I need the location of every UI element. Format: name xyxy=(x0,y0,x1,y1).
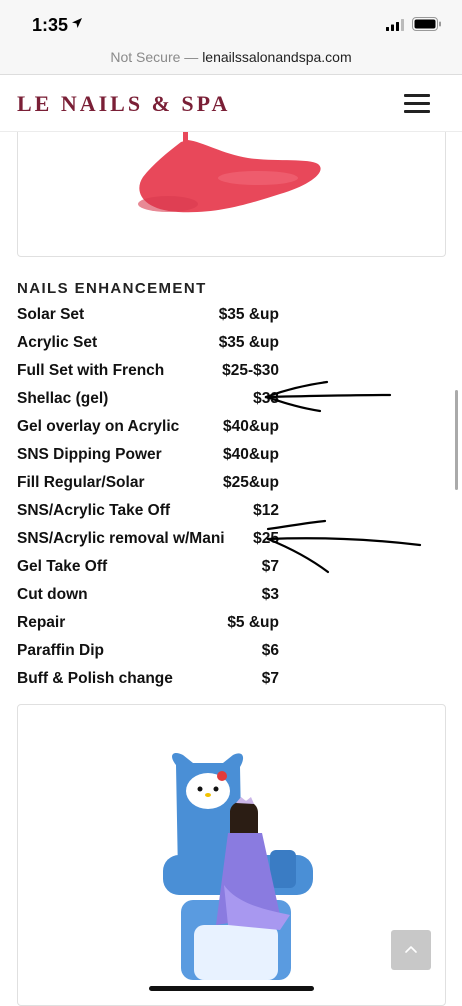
service-price: $6 xyxy=(261,642,279,659)
service-price: $25-$30 xyxy=(222,362,279,379)
service-price: $7 xyxy=(261,558,279,575)
back-to-top-button[interactable] xyxy=(391,930,431,970)
battery-icon xyxy=(412,17,441,31)
status-time: 1:35 xyxy=(32,15,69,35)
hand-drawn-arrow xyxy=(266,519,422,574)
price-row: Cut down $3 xyxy=(17,582,279,610)
price-list: Solar Set $35 &up Acrylic Set $35 &up Full… xyxy=(17,302,279,694)
service-price: $12 xyxy=(253,502,279,519)
section-title: NAILS ENHANCEMENT xyxy=(17,280,207,297)
service-price: $25 xyxy=(253,530,279,547)
service-name: SNS/Acrylic removal w/Mani xyxy=(17,530,225,547)
nail-polish-spill-image xyxy=(138,132,321,213)
price-row: Acrylic Set $35 &up xyxy=(17,330,279,358)
service-price: $25&up xyxy=(223,474,279,491)
service-price: $40&up xyxy=(223,418,279,435)
service-name: Full Set with French xyxy=(17,362,165,379)
service-price: $35 &up xyxy=(218,334,279,351)
location-arrow-icon xyxy=(72,18,82,28)
price-row: Fill Regular/Solar $25&up xyxy=(17,470,279,498)
service-name: Shellac (gel) xyxy=(17,390,109,407)
home-indicator xyxy=(149,986,314,991)
service-name: Fill Regular/Solar xyxy=(17,474,145,491)
service-name: SNS/Acrylic Take Off xyxy=(17,502,171,519)
price-row: Buff & Polish change $7 xyxy=(17,666,279,694)
kids-pedicure-chair-image xyxy=(163,753,313,980)
service-name: Gel overlay on Acrylic xyxy=(17,418,180,435)
browser-url-bar[interactable]: Not Secure — lenailssalonandspa.com xyxy=(0,46,462,75)
site-header: LE NAILS & SPA xyxy=(0,75,462,132)
service-name: Paraffin Dip xyxy=(17,642,104,659)
price-row: Solar Set $35 &up xyxy=(17,302,279,330)
price-row: Gel Take Off $7 xyxy=(17,554,279,582)
service-name: Acrylic Set xyxy=(17,334,98,351)
service-price: $33 xyxy=(253,390,279,407)
service-name: SNS Dipping Power xyxy=(17,446,162,463)
service-name: Gel Take Off xyxy=(17,558,108,575)
service-price: $5 &up xyxy=(227,614,279,631)
price-row: SNS/Acrylic Take Off $12 xyxy=(17,498,279,526)
cellular-signal-icon xyxy=(386,19,404,31)
status-bar: 1:35 xyxy=(0,0,462,46)
service-price: $35 &up xyxy=(218,306,279,323)
price-row: Paraffin Dip $6 xyxy=(17,638,279,666)
service-price: $3 xyxy=(261,586,279,603)
chevron-up-icon xyxy=(405,946,417,953)
kids-chair-image-card xyxy=(17,704,446,1006)
price-row: Repair $5 &up xyxy=(17,610,279,638)
hand-drawn-arrow xyxy=(264,380,392,413)
price-row: SNS/Acrylic removal w/Mani $25 xyxy=(17,526,279,554)
url-domain: lenailssalonandspa.com xyxy=(202,49,352,65)
scrollbar[interactable] xyxy=(455,390,458,490)
service-price: $7 xyxy=(261,670,279,687)
price-row: Full Set with French $25-$30 xyxy=(17,358,279,386)
service-name: Cut down xyxy=(17,586,88,603)
url-security-label: Not Secure — xyxy=(110,49,203,65)
service-price: $40&up xyxy=(223,446,279,463)
hamburger-menu-icon[interactable] xyxy=(404,92,432,114)
service-name: Buff & Polish change xyxy=(17,670,173,687)
price-row: Shellac (gel) $33 xyxy=(17,386,279,414)
price-row: Gel overlay on Acrylic $40&up xyxy=(17,414,279,442)
service-name: Repair xyxy=(17,614,66,631)
polish-image-card xyxy=(17,132,446,257)
service-name: Solar Set xyxy=(17,306,85,323)
price-row: SNS Dipping Power $40&up xyxy=(17,442,279,470)
site-logo[interactable]: LE NAILS & SPA xyxy=(17,91,230,117)
